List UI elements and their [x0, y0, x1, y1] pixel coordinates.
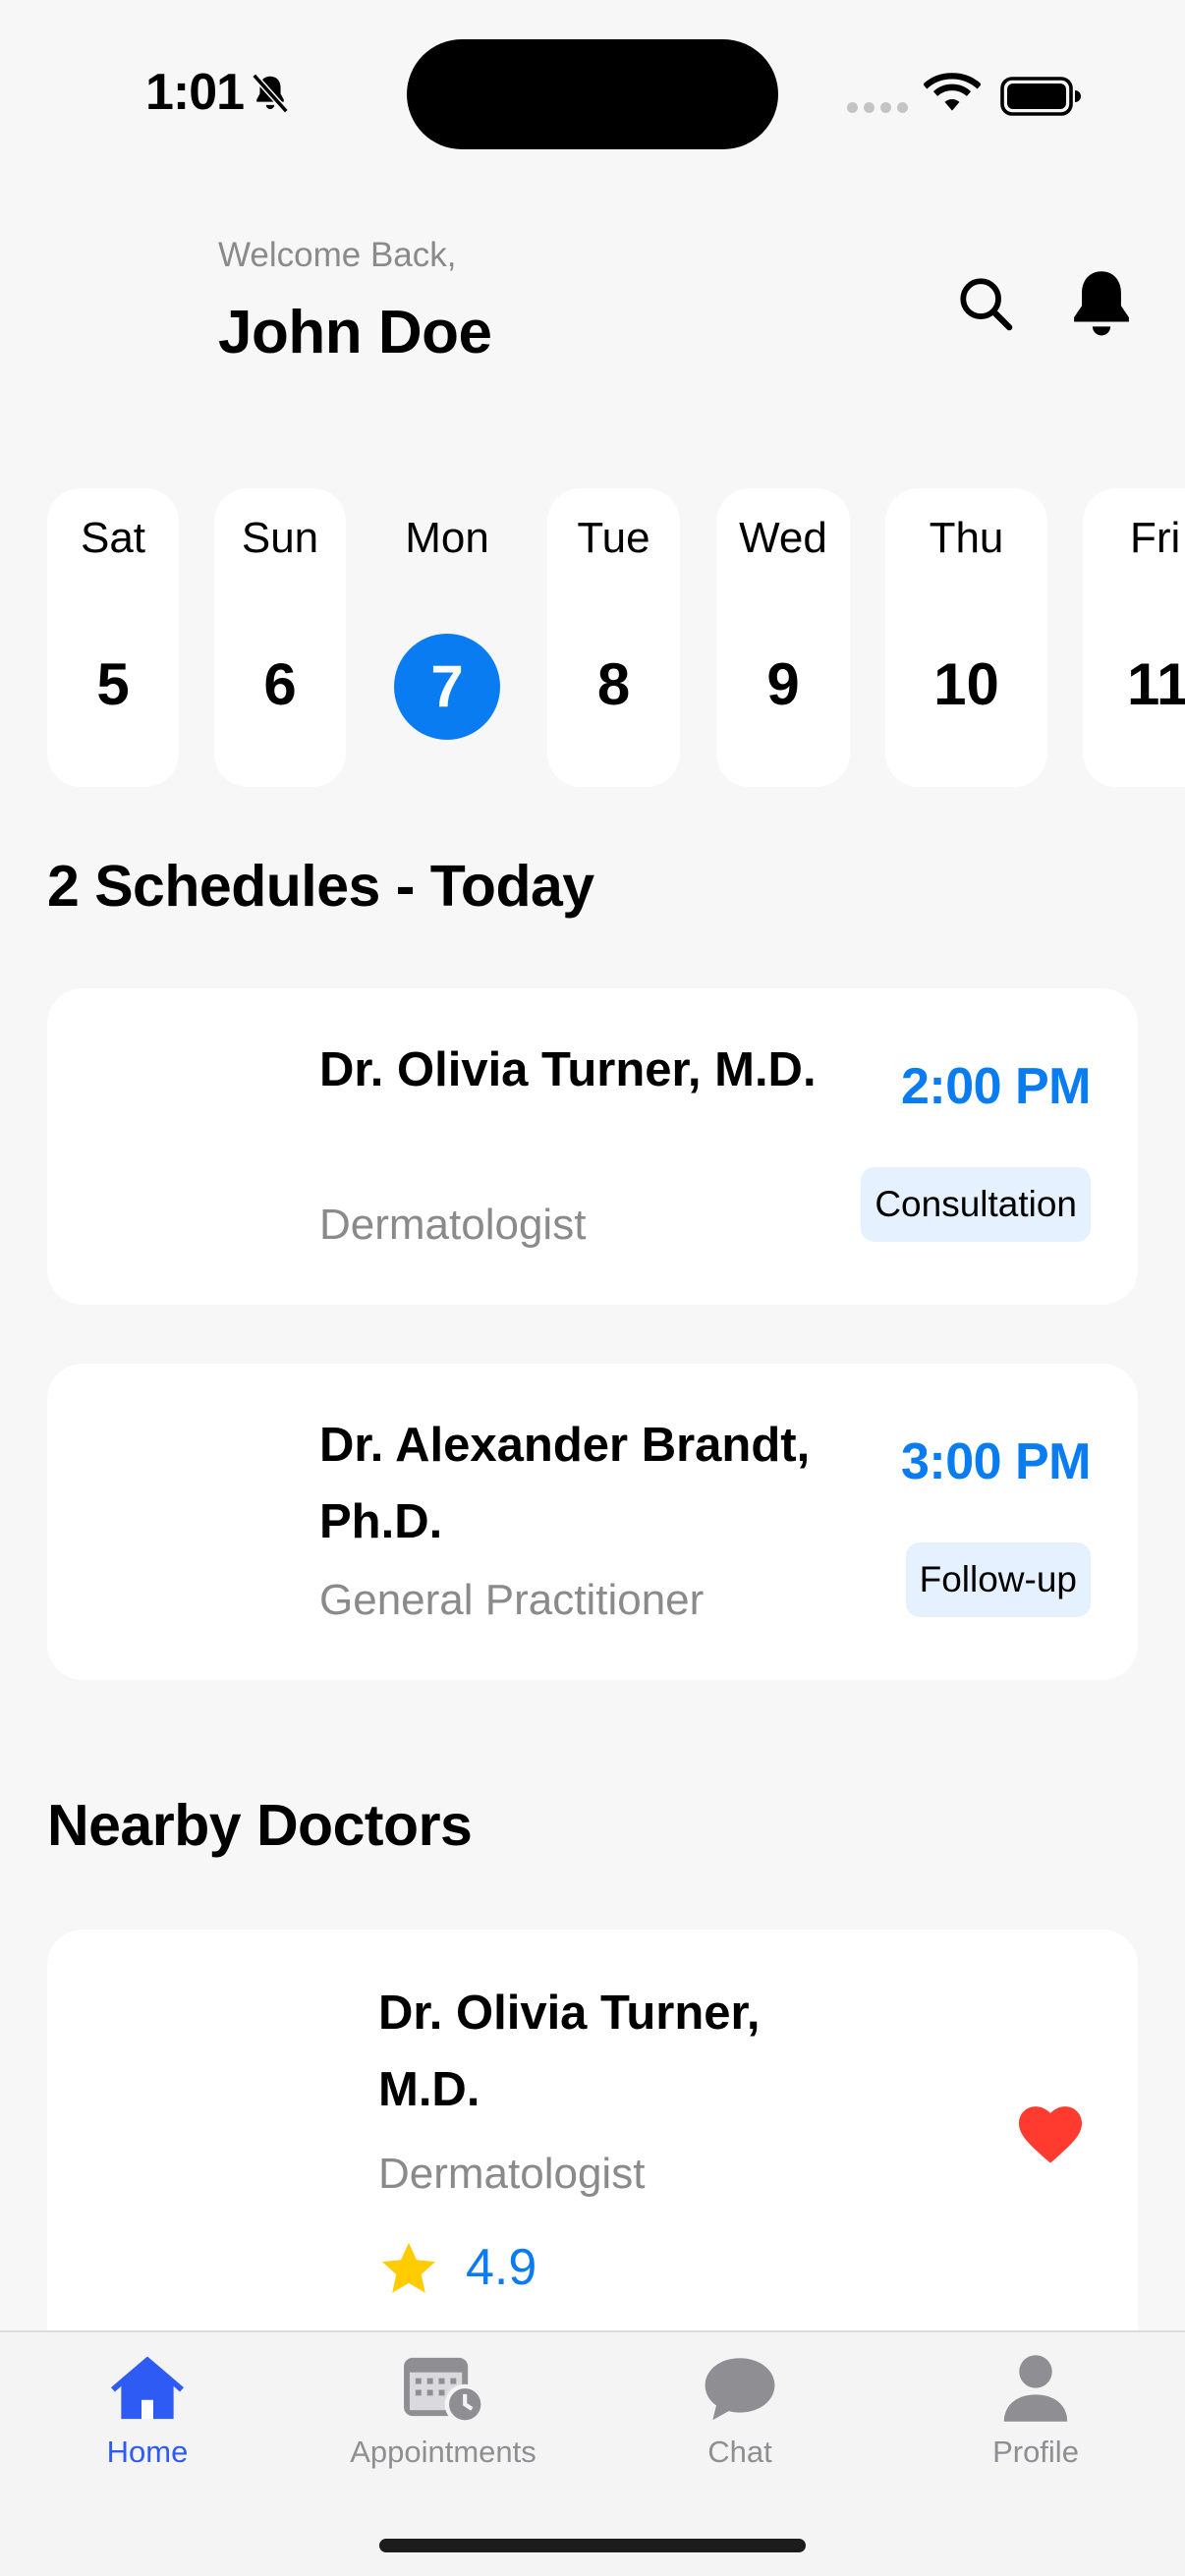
date-day-label: Thu — [929, 514, 1004, 562]
person-icon — [1003, 2355, 1068, 2422]
date-number: 10 — [933, 651, 999, 717]
date-number: 9 — [766, 651, 800, 717]
status-time: 1:01 — [145, 64, 245, 121]
tab-label: Profile — [992, 2435, 1079, 2469]
appointment-time: 2:00 PM — [900, 1058, 1092, 1115]
welcome-text: Welcome Back, — [218, 236, 457, 274]
home-icon — [111, 2356, 184, 2420]
date-day-label: Fri — [1130, 514, 1181, 562]
home-indicator — [379, 2539, 806, 2552]
date-item-fri[interactable]: Fri 11 — [1083, 488, 1185, 787]
appointment-time: 3:00 PM — [900, 1433, 1092, 1490]
schedule-card[interactable]: Dr. Alexander Brandt, Ph.D. General Prac… — [47, 1364, 1138, 1680]
notification-bell-icon[interactable] — [1067, 267, 1136, 340]
calendar-clock-icon — [404, 2357, 485, 2425]
user-name: John Doe — [218, 299, 492, 366]
home-screen: 1:01 Welcome Back, John Doe Sat 5 Sun 6 … — [0, 0, 1185, 2576]
doctor-specialty: Dermatologist — [378, 2150, 646, 2198]
date-day-label: Wed — [739, 514, 827, 562]
date-day-label: Tue — [577, 514, 650, 562]
doctor-specialty: Dermatologist — [319, 1201, 587, 1249]
date-item-mon-selected[interactable]: Mon 7 — [380, 488, 514, 787]
tab-label: Appointments — [350, 2435, 536, 2469]
cellular-signal-icon — [847, 102, 908, 113]
date-item-wed[interactable]: Wed 9 — [716, 488, 850, 787]
doctor-name: Dr. Olivia Turner, M.D. — [378, 1987, 761, 2116]
wifi-icon — [924, 73, 981, 111]
appointment-type-badge: Follow-up — [905, 1542, 1091, 1617]
bell-slash-icon — [252, 73, 289, 114]
date-item-sun[interactable]: Sun 6 — [214, 488, 346, 787]
date-item-tue[interactable]: Tue 8 — [547, 488, 680, 787]
chat-bubble-icon — [705, 2358, 775, 2421]
date-number: 5 — [96, 651, 130, 717]
doctor-specialty: General Practitioner — [319, 1576, 705, 1624]
date-item-thu[interactable]: Thu 10 — [885, 488, 1047, 787]
tab-chat[interactable]: Chat — [622, 2352, 858, 2470]
tab-label: Home — [106, 2435, 189, 2469]
date-number: 8 — [596, 651, 631, 717]
doctor-card[interactable]: Dr. Olivia Turner, M.D. Dermatologist — [47, 1930, 1138, 2362]
favorite-heart-icon[interactable] — [1016, 2102, 1085, 2165]
date-number-selected: 7 — [394, 634, 500, 740]
star-icon — [382, 2242, 435, 2293]
schedules-title: 2 Schedules - Today — [47, 854, 594, 919]
search-icon[interactable] — [957, 275, 1014, 332]
tab-profile[interactable]: Profile — [918, 2352, 1154, 2470]
date-day-label: Sat — [80, 514, 146, 562]
appointment-type-badge: Consultation — [861, 1167, 1091, 1242]
doctor-name: Dr. Alexander Brandt, Ph.D. — [319, 1419, 811, 1548]
doctor-rating: 4.9 — [466, 2239, 537, 2296]
date-item-sat[interactable]: Sat 5 — [47, 488, 179, 787]
battery-icon — [1000, 77, 1081, 116]
dynamic-island — [407, 39, 778, 149]
date-number: 6 — [263, 651, 297, 717]
date-number: 11 — [1127, 651, 1185, 717]
nearby-doctors-title: Nearby Doctors — [47, 1793, 473, 1858]
schedule-card[interactable]: Dr. Olivia Turner, M.D. Dermatologist 2:… — [47, 988, 1138, 1305]
tab-label: Chat — [707, 2435, 772, 2469]
doctor-name: Dr. Olivia Turner, M.D. — [319, 1043, 817, 1096]
date-day-label: Mon — [405, 514, 489, 562]
tab-home[interactable]: Home — [29, 2352, 265, 2470]
date-day-label: Sun — [241, 514, 319, 562]
tab-appointments[interactable]: Appointments — [325, 2352, 561, 2470]
